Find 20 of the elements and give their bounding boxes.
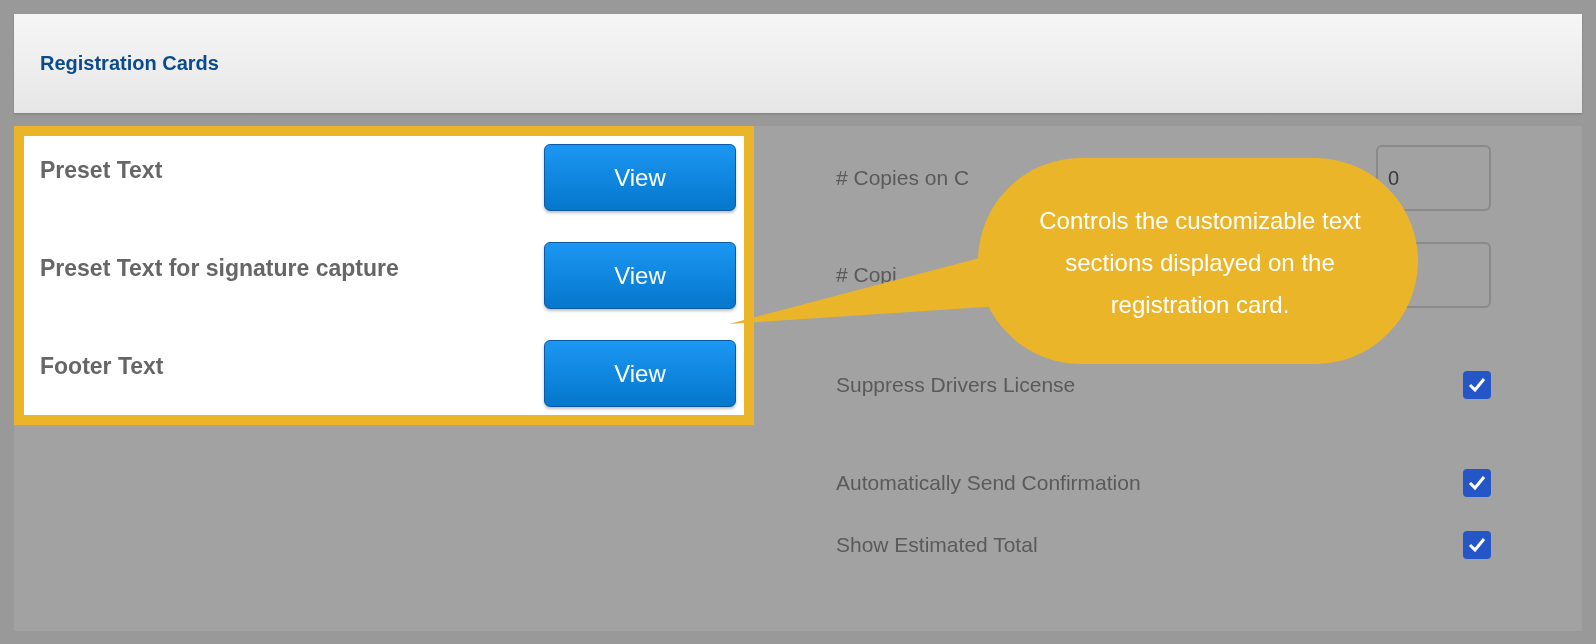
setting-label: # Copi xyxy=(836,263,897,287)
checkbox[interactable] xyxy=(1463,371,1491,399)
setting-label: Show Estimated Total xyxy=(836,533,1038,557)
view-button[interactable]: View xyxy=(544,340,736,407)
checkmark-icon xyxy=(1467,535,1487,555)
setting-label: Automatically Send Confirmation xyxy=(836,471,1141,495)
number-field[interactable]: 0 xyxy=(1376,145,1491,211)
view-button[interactable]: View xyxy=(544,242,736,309)
checkmark-icon xyxy=(1467,375,1487,395)
checkbox[interactable] xyxy=(1463,469,1491,497)
callout-text: Controls the customizable text sections displayed on the registration card. xyxy=(1038,206,1362,320)
setting-label: Preset Text for signature capture xyxy=(40,255,399,282)
section-title: Registration Cards xyxy=(40,52,219,75)
checkmark-icon xyxy=(1467,473,1487,493)
setting-label: Suppress Drivers License xyxy=(836,373,1076,397)
setting-label: Preset Text xyxy=(40,157,163,184)
setting-label: # Copies on C xyxy=(836,166,970,190)
view-button[interactable]: View xyxy=(544,144,736,211)
checkbox[interactable] xyxy=(1463,531,1491,559)
setting-label: Footer Text xyxy=(40,353,164,380)
